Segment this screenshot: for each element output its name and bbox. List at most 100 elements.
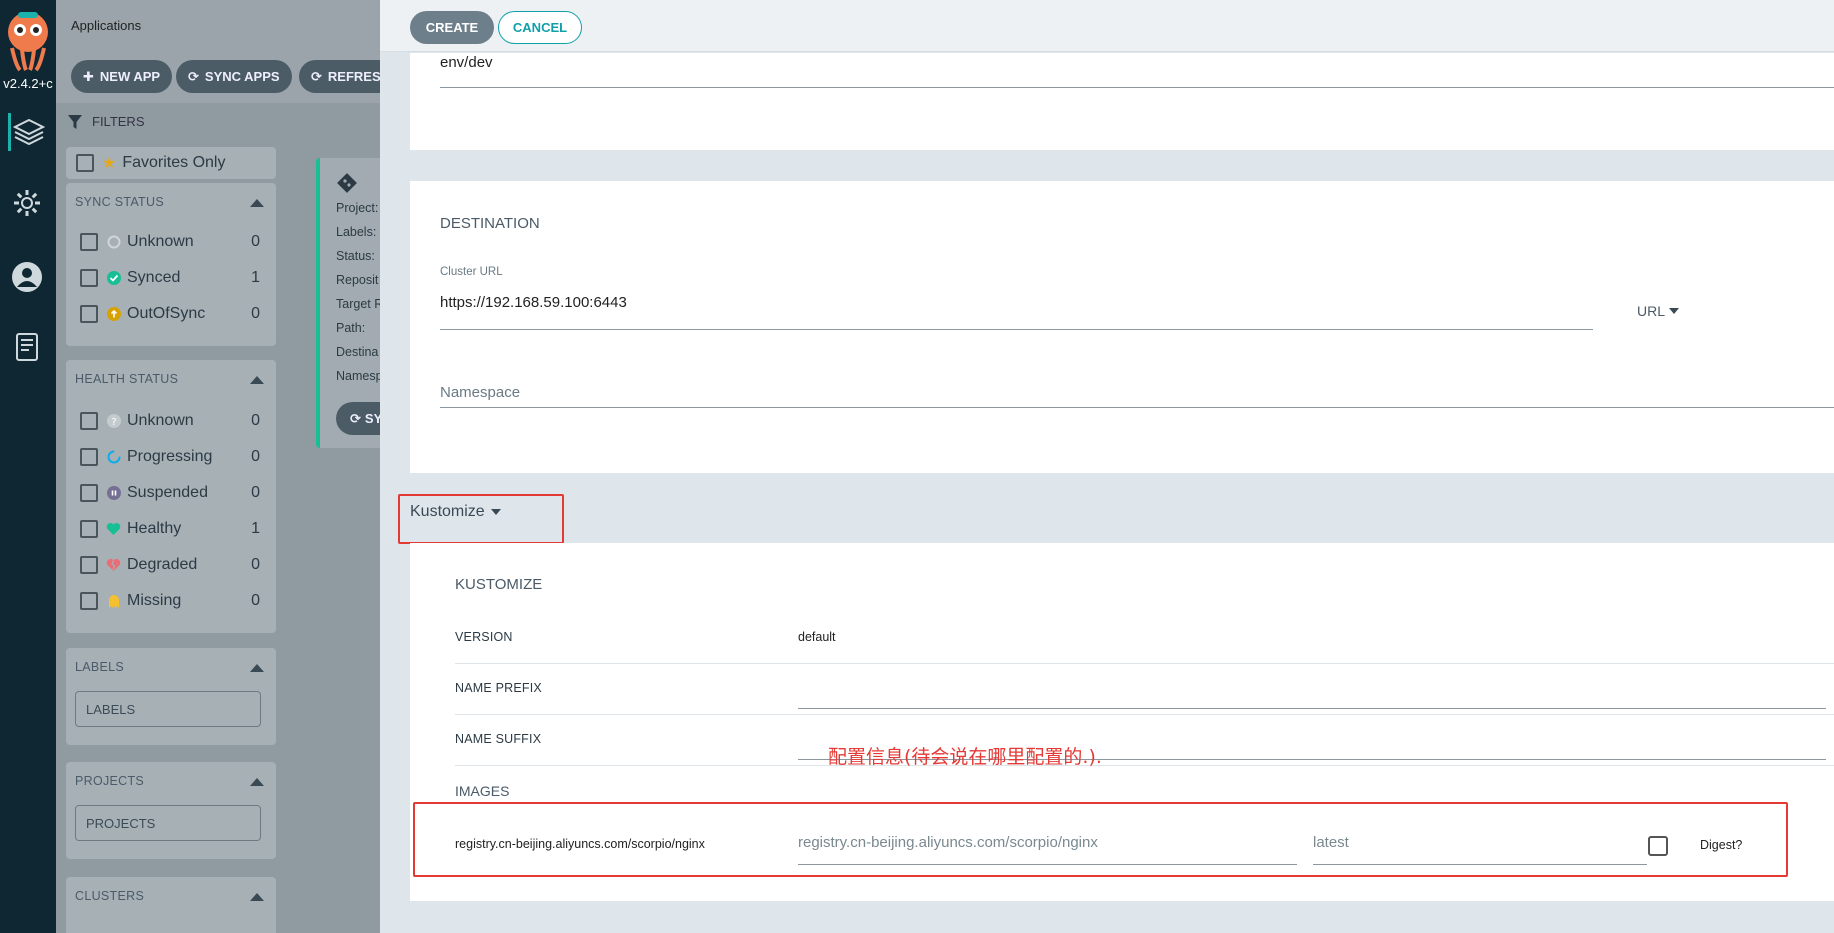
cluster-url-line	[440, 329, 1593, 330]
tile-project-label: Project:	[336, 201, 379, 215]
cluster-url-label: Cluster URL	[440, 266, 503, 278]
tile-target-label: Target R	[336, 297, 380, 311]
cancel-button[interactable]: CANCEL	[498, 11, 582, 44]
star-icon: ★	[102, 155, 117, 172]
tile-labels-label: Labels:	[336, 225, 377, 239]
version-select[interactable]: default	[798, 630, 836, 644]
check-circle-icon	[106, 271, 121, 286]
highlight-images-box	[413, 802, 1788, 877]
filter-icon	[68, 114, 82, 129]
namespace-line	[440, 407, 1834, 408]
filter-health-suspended[interactable]: Suspended 0	[80, 481, 260, 505]
checkbox[interactable]	[80, 592, 98, 610]
sync-status-panel: SYNC STATUS Unknown 0 Synced 1 OutOfSync…	[66, 183, 276, 346]
destination-title: DESTINATION	[440, 215, 540, 232]
tile-namespace-label: Namesp	[336, 369, 380, 383]
kustomize-title: KUSTOMIZE	[455, 576, 543, 593]
tile-path-label: Path:	[336, 321, 366, 335]
collapse-caret-icon[interactable]	[250, 376, 264, 384]
new-app-button[interactable]: ✚ NEW APP	[71, 60, 173, 93]
ghost-icon	[106, 594, 121, 609]
filter-health-progressing[interactable]: Progressing 0	[80, 445, 260, 469]
checkbox[interactable]	[80, 233, 98, 251]
filter-sync-unknown[interactable]: Unknown 0	[80, 230, 260, 254]
panel-header: CREATE CANCEL	[380, 0, 1834, 52]
refresh-icon: ⟳	[311, 68, 322, 84]
collapse-caret-icon[interactable]	[250, 199, 264, 207]
row-divider	[455, 765, 1834, 766]
filter-health-unknown[interactable]: ? Unknown 0	[80, 409, 260, 433]
sync-icon: ⟳	[188, 68, 199, 84]
favorites-checkbox[interactable]	[76, 154, 94, 172]
sync-icon: ⟳	[350, 410, 361, 426]
caret-down-icon	[1669, 308, 1680, 314]
health-status-panel: HEALTH STATUS ? Unknown 0 Progressing 0 …	[66, 360, 276, 633]
sync-apps-button[interactable]: ⟳ SYNC APPS	[176, 60, 292, 93]
url-toggle[interactable]: URL	[1637, 303, 1680, 319]
checkbox[interactable]	[80, 556, 98, 574]
refresh-button[interactable]: ⟳ REFRESH	[299, 60, 380, 93]
path-value: env/dev	[440, 54, 493, 71]
spinner-icon	[106, 450, 121, 465]
question-circle-icon: ?	[106, 414, 121, 429]
row-divider	[455, 714, 1834, 715]
broken-heart-icon	[106, 558, 121, 573]
images-label: IMAGES	[455, 783, 510, 799]
version-label: VERSION	[455, 630, 513, 644]
tile-destination-label: Destina	[336, 345, 379, 359]
collapse-caret-icon[interactable]	[250, 778, 264, 786]
filter-health-degraded[interactable]: Degraded 0	[80, 553, 260, 577]
applications-page: Applications ✚ NEW APP ⟳ SYNC APPS ⟳ REF…	[56, 0, 380, 933]
left-nav: v2.4.2+c	[0, 0, 56, 933]
checkbox[interactable]	[80, 412, 98, 430]
arrow-up-circle-icon	[106, 307, 121, 322]
collapse-caret-icon[interactable]	[250, 664, 264, 672]
annotation-text: 配置信息(待会说在哪里配置的.).	[828, 746, 1102, 768]
projects-panel: PROJECTS PROJECTS	[66, 762, 276, 859]
namespace-input[interactable]: Namespace	[440, 384, 520, 401]
checkbox[interactable]	[80, 448, 98, 466]
application-tile[interactable]: Project: Labels: Status: Reposit Target …	[316, 158, 380, 448]
checkbox[interactable]	[80, 484, 98, 502]
tile-sync-button[interactable]: ⟳ SY	[336, 402, 380, 435]
clusters-panel: CLUSTERS	[66, 877, 276, 933]
filter-health-missing[interactable]: Missing 0	[80, 589, 260, 613]
circle-outline-icon	[106, 235, 121, 250]
filters-header: FILTERS	[68, 114, 145, 129]
tile-status-label: Status:	[336, 249, 375, 263]
projects-input[interactable]: PROJECTS	[75, 805, 261, 841]
checkbox[interactable]	[80, 520, 98, 538]
destination-card: DESTINATION Cluster URL https://192.168.…	[410, 181, 1834, 473]
argo-logo-icon[interactable]	[4, 8, 52, 72]
favorites-filter[interactable]: ★ Favorites Only	[66, 147, 276, 179]
source-card: env/dev	[410, 53, 1834, 150]
labels-input[interactable]: LABELS	[75, 691, 261, 727]
path-input-line[interactable]	[440, 87, 1834, 88]
tile-repo-label: Reposit	[336, 273, 379, 287]
name-prefix-input[interactable]	[798, 708, 1826, 709]
collapse-caret-icon[interactable]	[250, 893, 264, 901]
checkbox[interactable]	[80, 305, 98, 323]
checkbox[interactable]	[80, 269, 98, 287]
pause-circle-icon	[106, 486, 121, 501]
filter-sync-outofsync[interactable]: OutOfSync 0	[80, 302, 260, 326]
gear-icon[interactable]	[8, 184, 46, 222]
filter-sync-synced[interactable]: Synced 1	[80, 266, 260, 290]
create-button[interactable]: CREATE	[410, 11, 494, 44]
create-app-panel: CREATE CANCEL env/dev DESTINATION Cluste…	[380, 0, 1834, 933]
plus-icon: ✚	[83, 68, 94, 84]
highlight-kustomize-box	[398, 494, 564, 544]
name-prefix-label: NAME PREFIX	[455, 681, 542, 695]
layers-icon[interactable]	[8, 113, 46, 151]
docs-icon[interactable]	[8, 328, 46, 366]
row-divider	[455, 663, 1834, 664]
name-suffix-label: NAME SUFFIX	[455, 732, 542, 746]
heart-icon	[106, 522, 121, 537]
git-icon	[336, 172, 358, 199]
labels-panel: LABELS LABELS	[66, 648, 276, 745]
svg-text:?: ?	[111, 417, 116, 428]
user-icon[interactable]	[8, 258, 46, 296]
filter-health-healthy[interactable]: Healthy 1	[80, 517, 260, 541]
version-label: v2.4.2+c	[3, 76, 53, 91]
cluster-url-input[interactable]: https://192.168.59.100:6443	[440, 294, 627, 311]
